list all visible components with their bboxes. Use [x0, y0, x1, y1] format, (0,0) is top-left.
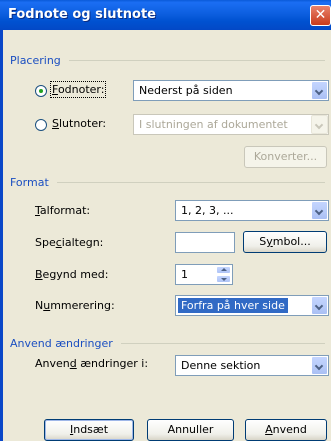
endnotes-label[interactable]: Slutnoter:	[52, 117, 106, 130]
format-heading-text: Format	[10, 176, 49, 189]
chevron-down-icon[interactable]	[311, 296, 328, 315]
chevron-down-icon[interactable]	[311, 356, 328, 375]
footnotes-radio[interactable]	[35, 85, 47, 97]
apply-to-accel: d	[69, 357, 77, 370]
endnotes-accel: S	[52, 117, 59, 130]
start-at-value: 1	[181, 268, 188, 281]
apply-button[interactable]: Anvend	[245, 419, 327, 441]
footnotes-location-value: Nederst på siden	[139, 84, 233, 97]
placement-section-heading: Placering	[10, 54, 325, 67]
start-at-label: Begynd med:	[35, 268, 108, 281]
number-format-label: Talformat:	[35, 204, 90, 217]
endnotes-location-dropdown: I slutningen af dokumentet	[133, 114, 329, 135]
endnotes-radio[interactable]	[35, 119, 47, 131]
endnotes-label-rest: lutnoter:	[58, 117, 107, 130]
placement-heading-text: Placering	[10, 54, 61, 67]
spin-down-icon[interactable]	[216, 275, 231, 283]
symbol-label-rest: mbol...	[272, 235, 311, 248]
custom-mark-label-pre: Spe	[35, 236, 56, 249]
apply-to-dropdown[interactable]: Denne sektion	[175, 355, 329, 376]
close-button[interactable]: ✕	[310, 5, 331, 26]
convert-button: Konverter...	[244, 146, 327, 168]
chevron-down-icon	[311, 115, 328, 134]
close-icon: ✕	[314, 7, 327, 23]
apply-to-label: Anvend ændringer i:	[35, 357, 148, 370]
numbering-dropdown[interactable]: Forfra på hver side	[175, 295, 329, 316]
custom-mark-label: Specialtegn:	[35, 236, 103, 249]
apply-to-label-rest: ændringer i:	[76, 357, 149, 370]
footnotes-label[interactable]: Fodnoter:	[49, 81, 107, 98]
spinner-buttons[interactable]	[216, 266, 231, 283]
number-format-label-rest: alformat:	[39, 204, 91, 217]
convert-label: Konverter...	[253, 150, 318, 163]
divider	[68, 60, 325, 61]
numbering-label-rest: mmerering:	[50, 299, 115, 312]
start-at-accel: B	[35, 268, 43, 281]
title-bar: Fodnote og slutnote ✕	[0, 0, 331, 30]
insert-label-rest: ndsæt	[73, 423, 109, 436]
apply-to-label-pre: Anven	[35, 357, 70, 370]
divider	[56, 182, 325, 183]
apply-heading-text: Anvend ændringer	[10, 337, 113, 350]
cancel-button[interactable]: Annuller	[147, 419, 234, 441]
chevron-down-icon[interactable]	[311, 81, 328, 100]
dialog-title: Fodnote og slutnote	[8, 7, 156, 22]
spin-up-icon[interactable]	[216, 266, 231, 274]
chevron-down-icon[interactable]	[311, 201, 328, 220]
numbering-label: Nummerering:	[35, 299, 115, 312]
footnotes-location-dropdown[interactable]: Nederst på siden	[133, 80, 329, 101]
number-format-dropdown[interactable]: 1, 2, 3, ...	[175, 200, 329, 221]
start-at-label-rest: egynd med:	[42, 268, 109, 281]
divider	[120, 343, 325, 344]
custom-mark-label-rest: ialtegn:	[61, 236, 104, 249]
start-at-spinner[interactable]: 1	[175, 264, 233, 285]
symbol-button[interactable]: Symbol...	[243, 231, 327, 253]
apply-label-rest: nvend	[272, 423, 307, 436]
apply-accel: A	[265, 423, 273, 436]
endnotes-location-value: I slutningen af dokumentet	[139, 118, 288, 131]
apply-to-value: Denne sektion	[181, 359, 261, 372]
numbering-label-pre: N	[35, 299, 44, 312]
number-format-value: 1, 2, 3, ...	[181, 204, 234, 217]
insert-button[interactable]: Indsæt	[44, 419, 134, 441]
format-section-heading: Format	[10, 176, 325, 189]
numbering-value: Forfra på hver side	[178, 298, 288, 313]
custom-mark-input[interactable]	[175, 232, 235, 253]
window-frame	[0, 30, 3, 441]
cancel-label: Annuller	[167, 423, 214, 436]
apply-section-heading: Anvend ændringer	[10, 337, 325, 350]
footnotes-label-rest: odnoter:	[57, 83, 105, 96]
